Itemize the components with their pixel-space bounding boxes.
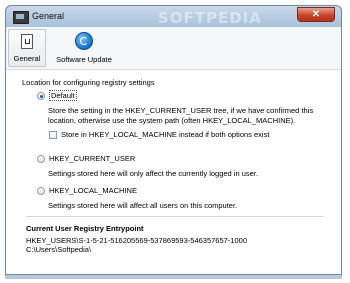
hkcu-radio-label[interactable]: HKEY_CURRENT_USER xyxy=(49,154,135,163)
general-settings-panel: Location for configuring registry settin… xyxy=(6,70,341,275)
entrypoint-path: C:\Users\Softpedia\ xyxy=(26,245,92,254)
store-hklm-checkbox-label[interactable]: Store in HKEY_LOCAL_MACHINE instead if b… xyxy=(61,130,269,139)
hklm-description: Settings stored here will affect all use… xyxy=(48,201,238,210)
app-window: General SOFTPEDIA ✕ General Software Upd… xyxy=(0,0,350,283)
window-title: General xyxy=(32,11,65,21)
section-label: Location for configuring registry settin… xyxy=(22,78,155,87)
hkcu-description: Settings stored here will only affect th… xyxy=(48,169,258,178)
toolbar-update-button[interactable]: Software Update xyxy=(48,29,120,67)
app-icon xyxy=(13,11,29,24)
window-bottom-border xyxy=(5,275,342,279)
toolbar: General Software Update xyxy=(6,27,341,70)
store-hklm-checkbox[interactable] xyxy=(49,131,57,139)
default-radio[interactable] xyxy=(37,92,45,100)
hklm-radio-label[interactable]: HKEY_LOCAL_MACHINE xyxy=(49,186,137,195)
toolbar-general-button[interactable]: General xyxy=(8,29,46,67)
softpedia-watermark: SOFTPEDIA xyxy=(158,9,262,27)
default-description-line2: location, otherwise use the system path … xyxy=(48,116,296,125)
entrypoint-label: Current User Registry Entrypoint xyxy=(26,224,144,233)
hklm-radio[interactable] xyxy=(37,187,45,195)
section-divider xyxy=(26,216,324,217)
refresh-globe-icon xyxy=(75,32,93,50)
document-icon xyxy=(21,34,33,49)
close-button[interactable]: ✕ xyxy=(297,7,335,22)
default-radio-label[interactable]: Default xyxy=(49,90,77,101)
toolbar-general-label: General xyxy=(13,54,41,63)
title-bar: General SOFTPEDIA ✕ xyxy=(5,5,342,27)
default-description-line1: Store the setting in the HKEY_CURRENT_US… xyxy=(48,106,314,115)
window-client: General Software Update Location for con… xyxy=(5,27,342,275)
toolbar-update-label: Software Update xyxy=(56,55,112,64)
entrypoint-sid: HKEY_USERS\S-1-5-21-516205569-537869593-… xyxy=(26,236,247,245)
hkcu-radio[interactable] xyxy=(37,155,45,163)
